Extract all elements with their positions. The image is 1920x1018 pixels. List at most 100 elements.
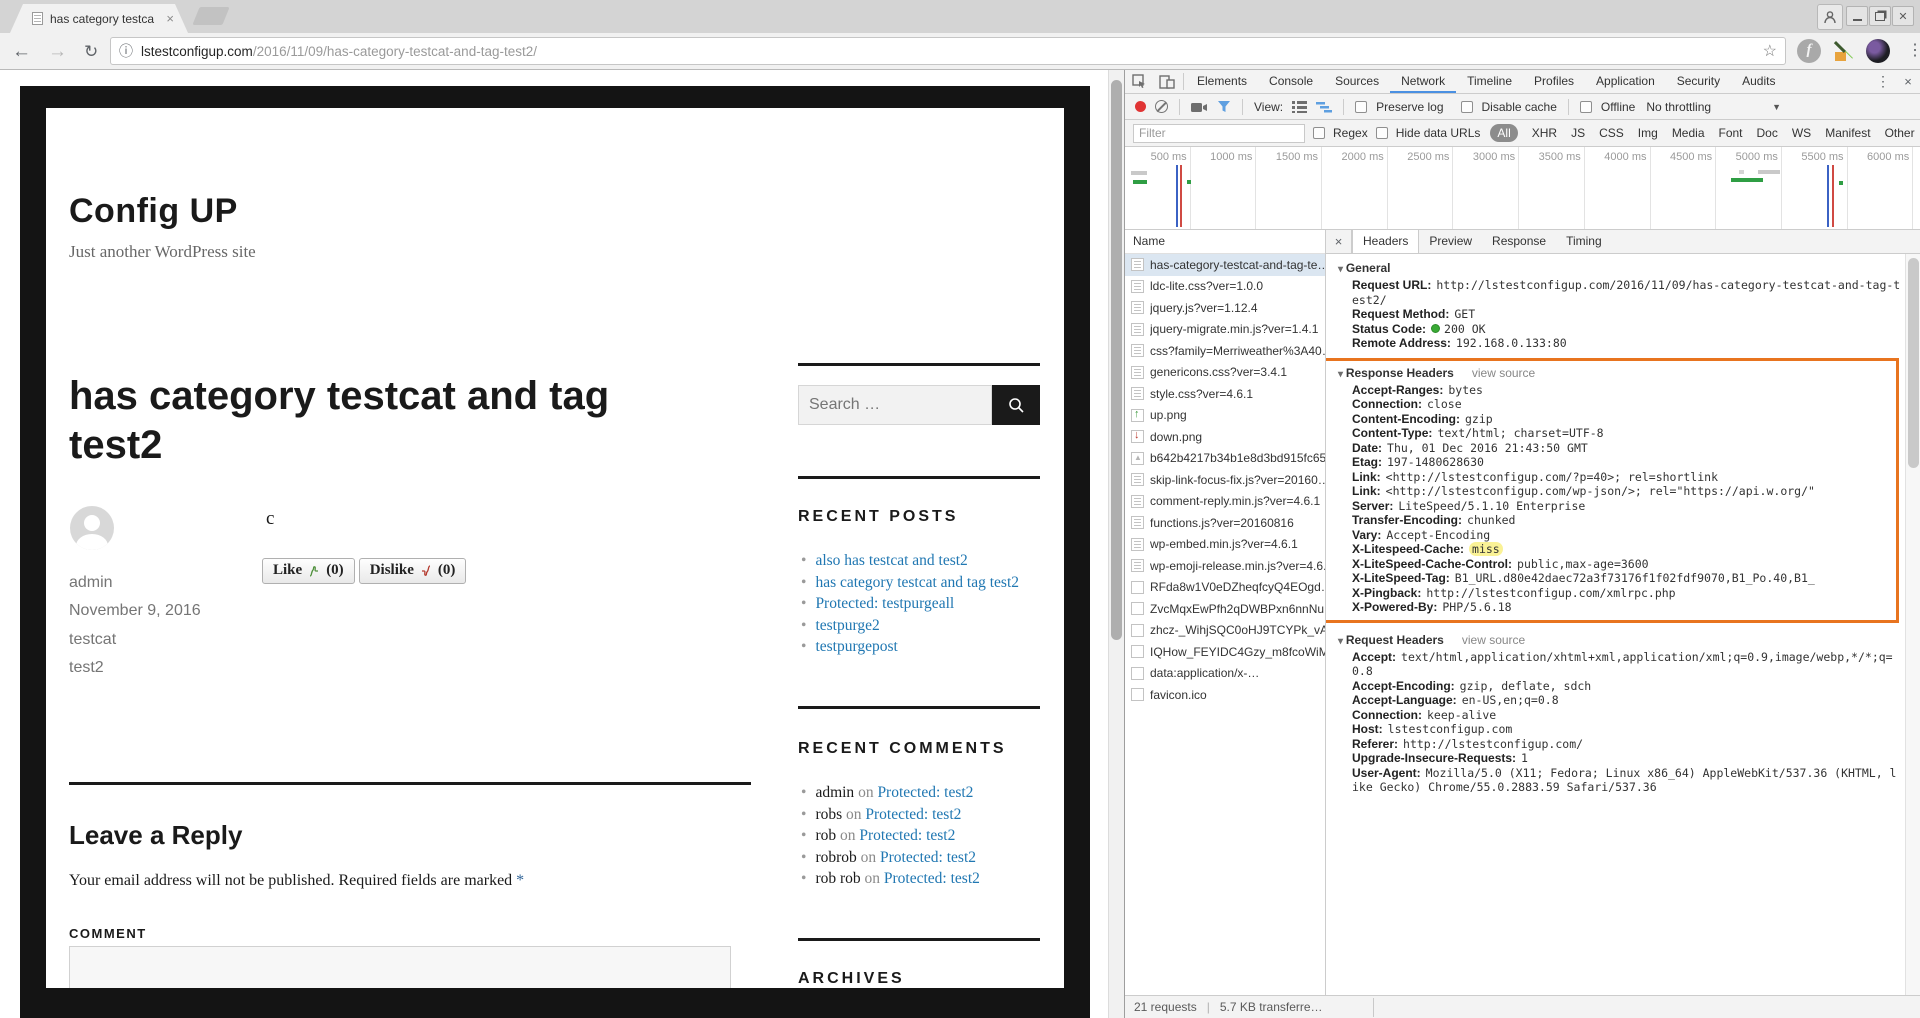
post-author-link[interactable]: admin [69,574,113,592]
devtools-tab[interactable]: Network [1390,70,1456,93]
like-button[interactable]: Like (0) [262,558,355,584]
network-overview[interactable]: 500 ms1000 ms1500 ms2000 ms2500 ms3000 m… [1125,147,1920,230]
comment-post-link[interactable]: Protected: test2 [859,827,955,844]
recent-post-link[interactable]: also has testcat and test2 [815,552,967,569]
search-button[interactable] [992,385,1040,425]
tab-close-icon[interactable] [166,12,174,25]
filter-pill[interactable]: Media [1672,126,1705,140]
filter-pill[interactable]: Img [1638,126,1658,140]
detail-tab[interactable]: Preview [1419,230,1482,253]
detail-tab[interactable]: Headers [1352,230,1419,253]
recent-post-link[interactable]: testpurge2 [815,617,879,634]
request-row[interactable]: wp-embed.min.js?ver=4.6.1 [1125,534,1325,556]
filter-pill[interactable]: Manifest [1825,126,1870,140]
fedora-extension-icon[interactable] [1797,39,1821,63]
response-headers-title[interactable]: Response Headersview source [1338,365,1892,383]
device-toolbar-button[interactable] [1153,70,1181,93]
site-title[interactable]: Config UP [69,192,238,231]
forward-button[interactable] [48,42,67,61]
disable-cache-checkbox[interactable] [1461,101,1473,113]
devtools-tab[interactable]: Timeline [1456,70,1523,93]
request-row[interactable]: favicon.ico [1125,684,1325,706]
comment-post-link[interactable]: Protected: test2 [880,849,976,866]
devtools-close-icon[interactable] [1895,70,1920,93]
clear-button[interactable] [1155,100,1168,113]
window-maximize-button[interactable] [1869,6,1891,26]
reload-button[interactable] [84,43,98,60]
devtools-tab[interactable]: Elements [1186,70,1258,93]
filter-funnel-icon[interactable] [1217,100,1231,113]
regex-checkbox[interactable] [1313,127,1325,139]
filter-pill[interactable]: JS [1571,126,1585,140]
devtools-tab[interactable]: Profiles [1523,70,1585,93]
devtools-menu-icon[interactable] [1871,70,1895,93]
filter-pill[interactable]: WS [1792,126,1811,140]
request-row[interactable]: IQHow_FEYIDC4Gzy_m8fcoWiM… [1125,641,1325,663]
request-headers-title[interactable]: Request Headersview source [1338,632,1901,650]
view-source-link[interactable]: view source [1462,633,1525,647]
request-row[interactable]: up.png [1125,405,1325,427]
devtools-tab[interactable]: Application [1585,70,1666,93]
request-row[interactable]: jquery.js?ver=1.12.4 [1125,297,1325,319]
page-info-icon[interactable] [119,41,133,61]
request-row[interactable]: ZvcMqxEwPfh2qDWBPxn6nnNu… [1125,598,1325,620]
dislike-button[interactable]: Dislike (0) [359,558,467,584]
page-scrollbar[interactable] [1108,70,1124,1018]
filter-pill[interactable]: XHR [1532,126,1557,140]
waterfall-view-icon[interactable] [1316,101,1332,113]
filter-input[interactable] [1133,124,1305,143]
filter-pill[interactable]: CSS [1599,126,1624,140]
chevron-down-icon[interactable] [1772,102,1781,112]
request-row[interactable]: wp-emoji-release.min.js?ver=4.6.1 [1125,555,1325,577]
detail-close-icon[interactable] [1326,230,1352,253]
comment-textarea[interactable] [69,946,731,988]
filter-pill[interactable]: All [1490,124,1517,142]
browser-tab[interactable]: has category testca [10,4,188,33]
throttling-dropdown[interactable]: No throttling [1646,100,1711,114]
address-bar[interactable]: lstestconfigup.com /2016/11/09/has-categ… [110,37,1786,65]
post-date-link[interactable]: November 9, 2016 [69,602,201,620]
request-row[interactable]: zhcz-_WihjSQC0oHJ9TCYPk_vA… [1125,620,1325,642]
filter-pill[interactable]: Font [1719,126,1743,140]
request-row[interactable]: ldc-lite.css?ver=1.0.0 [1125,276,1325,298]
comment-post-link[interactable]: Protected: test2 [865,806,961,823]
record-button[interactable] [1135,101,1146,112]
request-row[interactable]: RFda8w1V0eDZheqfcyQ4EOgd… [1125,577,1325,599]
browser-menu-icon[interactable] [1903,39,1920,63]
devtools-tab[interactable]: Sources [1324,70,1390,93]
hide-data-urls-checkbox[interactable] [1376,127,1388,139]
screenshot-camera-icon[interactable] [1191,101,1208,113]
scrollbar-thumb[interactable] [1111,80,1122,640]
request-row[interactable]: b642b4217b34b1e8d3bd915fc65… [1125,448,1325,470]
preserve-log-checkbox[interactable] [1355,101,1367,113]
comment-post-link[interactable]: Protected: test2 [877,784,973,801]
request-row[interactable]: data:application/x-… [1125,663,1325,685]
window-minimize-button[interactable] [1846,6,1868,26]
recent-post-link[interactable]: has category testcat and tag test2 [815,574,1019,591]
devtools-tab[interactable]: Security [1666,70,1731,93]
detail-scrollbar[interactable] [1905,254,1920,995]
scrollbar-thumb[interactable] [1908,258,1919,468]
request-row[interactable]: css?family=Merriweather%3A40… [1125,340,1325,362]
detail-tab[interactable]: Response [1482,230,1556,253]
request-row[interactable]: genericons.css?ver=3.4.1 [1125,362,1325,384]
request-row[interactable]: comment-reply.min.js?ver=4.6.1 [1125,491,1325,513]
window-close-button[interactable] [1892,6,1914,26]
request-row[interactable]: has-category-testcat-and-tag-te… [1125,254,1325,276]
new-tab-button[interactable] [192,7,229,25]
devtools-tab[interactable]: Audits [1731,70,1786,93]
view-source-link[interactable]: view source [1472,366,1535,380]
request-row[interactable]: down.png [1125,426,1325,448]
filter-pill[interactable]: Doc [1757,126,1778,140]
post-category-link[interactable]: testcat [69,631,116,649]
request-row[interactable]: functions.js?ver=20160816 [1125,512,1325,534]
name-column-header[interactable]: Name [1125,230,1325,254]
search-input[interactable] [798,385,992,425]
devtools-tab[interactable]: Console [1258,70,1324,93]
list-view-icon[interactable] [1292,101,1307,113]
request-row[interactable]: skip-link-focus-fix.js?ver=20160… [1125,469,1325,491]
filter-pill[interactable]: Other [1885,126,1915,140]
recent-post-link[interactable]: Protected: testpurgeall [815,595,954,612]
detail-tab[interactable]: Timing [1556,230,1612,253]
inspect-element-button[interactable] [1125,70,1153,93]
